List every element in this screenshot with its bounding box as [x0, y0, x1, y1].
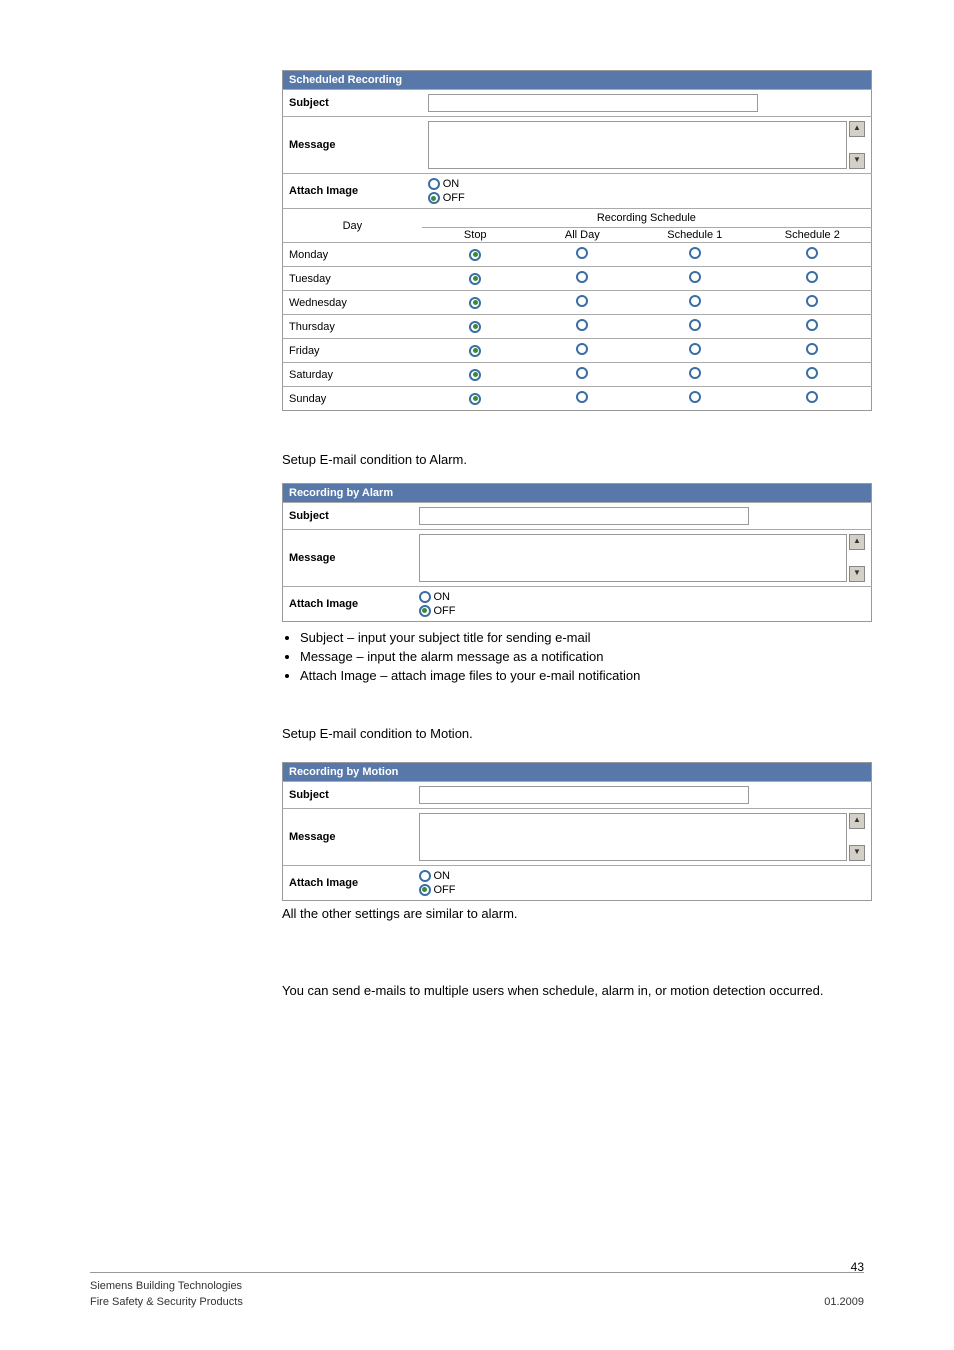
radio-icon[interactable]	[689, 391, 701, 403]
alarm-message-textarea[interactable]	[419, 534, 848, 582]
col-schedule2: Schedule 2	[754, 228, 872, 243]
radio-icon[interactable]	[806, 295, 818, 307]
attach-image-label: Attach Image	[283, 174, 422, 209]
scroll-up-icon[interactable]: ▲	[849, 121, 865, 137]
radio-icon[interactable]	[576, 271, 588, 283]
radio-icon[interactable]	[689, 343, 701, 355]
textarea-scroll: ▲ ▼	[849, 121, 865, 169]
radio-icon	[428, 192, 440, 204]
radio-icon[interactable]	[806, 319, 818, 331]
alarm-attach-off[interactable]: OFF	[419, 605, 866, 617]
page: Scheduled Recording Subject Message ▲ ▼	[0, 0, 954, 1350]
message-textarea-wrap: ▲ ▼	[428, 121, 865, 169]
motion-message-textarea[interactable]	[419, 813, 848, 861]
radio-icon[interactable]	[576, 247, 588, 259]
radio-icon[interactable]	[806, 391, 818, 403]
bullet-subject: Subject – input your subject title for s…	[300, 630, 872, 645]
radio-icon[interactable]	[576, 391, 588, 403]
motion-attach-label: Attach Image	[283, 865, 413, 900]
radio-icon[interactable]	[576, 367, 588, 379]
radio-icon[interactable]	[469, 345, 481, 357]
day-label: Day	[283, 209, 422, 243]
radio-icon[interactable]	[806, 271, 818, 283]
radio-icon[interactable]	[469, 321, 481, 333]
motion-header: Recording by Motion	[283, 762, 872, 781]
radio-icon[interactable]	[689, 271, 701, 283]
scroll-up-icon[interactable]: ▲	[849, 534, 865, 550]
footer-line1: Siemens Building Technologies	[90, 1279, 243, 1294]
content-column: Scheduled Recording Subject Message ▲ ▼	[282, 70, 872, 1000]
message-textarea[interactable]	[428, 121, 847, 169]
recording-by-alarm-table: Recording by Alarm Subject Message ▲ ▼	[282, 483, 872, 622]
motion-subject-label: Subject	[283, 781, 413, 808]
multi-users-text: You can send e-mails to multiple users w…	[282, 982, 872, 1001]
radio-icon[interactable]	[469, 297, 481, 309]
scheduled-header: Scheduled Recording	[283, 71, 872, 90]
radio-icon[interactable]	[806, 367, 818, 379]
radio-icon[interactable]	[689, 367, 701, 379]
motion-setup-text: Setup E-mail condition to Motion.	[282, 725, 872, 744]
alarm-setup-text: Setup E-mail condition to Alarm.	[282, 451, 872, 470]
radio-icon[interactable]	[469, 273, 481, 285]
day-thursday: Thursday	[283, 315, 422, 339]
bullet-message: Message – input the alarm message as a n…	[300, 649, 872, 664]
radio-icon[interactable]	[806, 247, 818, 259]
col-schedule1: Schedule 1	[636, 228, 754, 243]
attach-on-option[interactable]: ON	[428, 178, 865, 190]
day-friday: Friday	[283, 339, 422, 363]
alarm-subject-label: Subject	[283, 502, 413, 529]
motion-message-label: Message	[283, 808, 413, 865]
radio-icon	[419, 884, 431, 896]
scheduled-recording-table: Scheduled Recording Subject Message ▲ ▼	[282, 70, 872, 411]
radio-icon	[428, 178, 440, 190]
motion-attach-on[interactable]: ON	[419, 870, 866, 882]
radio-icon	[419, 605, 431, 617]
radio-icon[interactable]	[689, 319, 701, 331]
radio-icon	[419, 591, 431, 603]
footer-line2: Fire Safety & Security Products	[90, 1295, 243, 1310]
radio-icon	[419, 870, 431, 882]
footer-date: 01.2009	[824, 1295, 864, 1310]
footer: Siemens Building Technologies Fire Safet…	[90, 1272, 864, 1310]
radio-icon[interactable]	[469, 249, 481, 261]
day-sunday: Sunday	[283, 387, 422, 411]
scroll-down-icon[interactable]: ▼	[849, 153, 865, 169]
message-label: Message	[283, 117, 422, 174]
recording-by-motion-table: Recording by Motion Subject Message ▲ ▼	[282, 762, 872, 901]
day-wednesday: Wednesday	[283, 291, 422, 315]
attach-image-radios: ON OFF	[428, 178, 865, 204]
radio-icon[interactable]	[806, 343, 818, 355]
day-tuesday: Tuesday	[283, 267, 422, 291]
scroll-up-icon[interactable]: ▲	[849, 813, 865, 829]
alarm-attach-label: Attach Image	[283, 586, 413, 621]
radio-icon[interactable]	[469, 369, 481, 381]
alarm-subject-input[interactable]	[419, 507, 749, 525]
radio-icon[interactable]	[576, 295, 588, 307]
radio-icon[interactable]	[469, 393, 481, 405]
similar-text: All the other settings are similar to al…	[282, 905, 872, 924]
col-stop: Stop	[422, 228, 529, 243]
radio-icon[interactable]	[576, 319, 588, 331]
scroll-down-icon[interactable]: ▼	[849, 566, 865, 582]
motion-subject-input[interactable]	[419, 786, 749, 804]
col-allday: All Day	[529, 228, 636, 243]
recording-schedule-label: Recording Schedule	[422, 209, 872, 228]
subject-label: Subject	[283, 90, 422, 117]
motion-attach-off[interactable]: OFF	[419, 884, 866, 896]
scroll-down-icon[interactable]: ▼	[849, 845, 865, 861]
bullet-list: Subject – input your subject title for s…	[282, 630, 872, 683]
alarm-header: Recording by Alarm	[283, 483, 872, 502]
day-monday: Monday	[283, 243, 422, 267]
alarm-message-label: Message	[283, 529, 413, 586]
day-saturday: Saturday	[283, 363, 422, 387]
bullet-attach: Attach Image – attach image files to you…	[300, 668, 872, 683]
radio-icon[interactable]	[576, 343, 588, 355]
radio-icon[interactable]	[689, 295, 701, 307]
alarm-attach-on[interactable]: ON	[419, 591, 866, 603]
subject-input[interactable]	[428, 94, 758, 112]
radio-icon[interactable]	[689, 247, 701, 259]
attach-off-option[interactable]: OFF	[428, 192, 865, 204]
